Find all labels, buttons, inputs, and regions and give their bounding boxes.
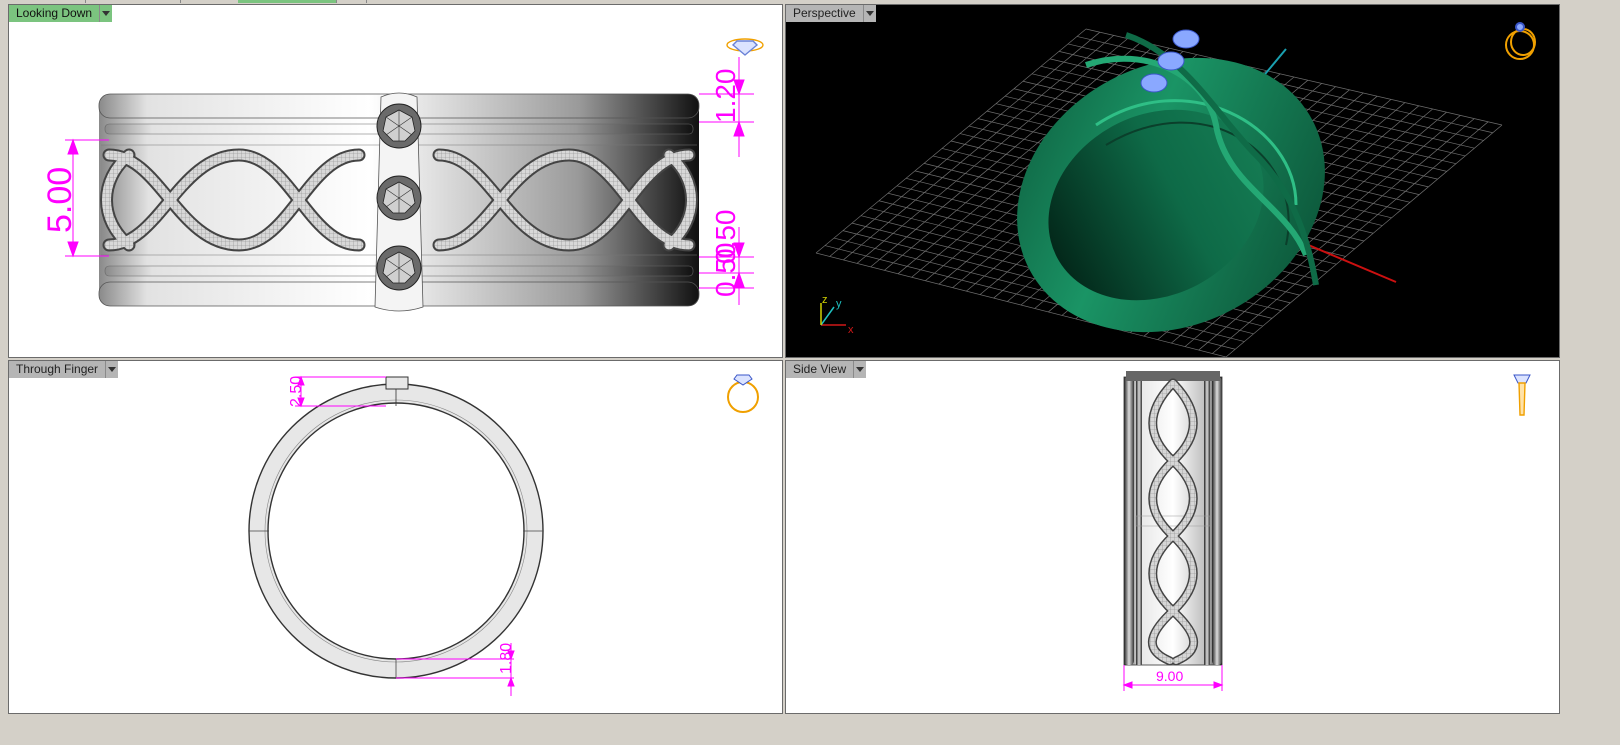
perspective-drawing: x y z	[815, 22, 1536, 357]
gem	[1140, 73, 1168, 93]
looking-down-drawing: 5.00 1.20 0.50 0.50	[41, 38, 764, 312]
dimension-top: 1.20	[710, 69, 741, 124]
viewport-label[interactable]: Through Finger	[9, 361, 107, 378]
tab[interactable]	[0, 0, 86, 3]
tab[interactable]	[85, 0, 181, 3]
dimension-width: 9.00	[1156, 668, 1183, 684]
dimension-width: 5.00	[41, 167, 79, 233]
stone	[376, 175, 422, 221]
dimension-bottom: 1.80	[498, 643, 515, 674]
viewport-side-view[interactable]: Side View 9.00	[785, 360, 1560, 714]
ring-front-icon[interactable]	[727, 374, 759, 413]
dimension-bottom-b: 0.50	[710, 243, 741, 298]
ring-side-view	[1123, 371, 1223, 666]
viewport-title-bar[interactable]: Side View	[786, 361, 867, 378]
ring-perspective-icon[interactable]	[1505, 22, 1536, 60]
tab-active[interactable]	[238, 0, 337, 3]
stone	[376, 103, 422, 149]
chevron-down-icon[interactable]	[106, 361, 119, 378]
ring-3d-model	[1017, 29, 1325, 333]
axis-x-label: x	[848, 324, 854, 336]
ring-side-icon[interactable]	[1513, 374, 1531, 416]
viewport-label[interactable]: Side View	[786, 361, 855, 378]
side-view-drawing: 9.00	[1122, 371, 1531, 691]
stone-settings	[374, 92, 424, 312]
axis-y-label: y	[836, 298, 842, 310]
axis-z-label: z	[822, 294, 828, 306]
viewport-label[interactable]: Perspective	[786, 5, 864, 22]
ring-top-icon[interactable]	[726, 38, 764, 56]
viewport-title-bar[interactable]: Perspective	[786, 5, 876, 22]
tab[interactable]	[180, 0, 239, 3]
chevron-down-icon[interactable]	[863, 5, 876, 22]
viewport-through-finger[interactable]: Through Finger 2.50 1.80	[8, 360, 783, 714]
viewport-title-bar[interactable]: Through Finger	[9, 361, 119, 378]
ring-front-view	[248, 376, 544, 679]
gem	[1172, 29, 1200, 49]
viewport-perspective[interactable]: Perspective x y z	[785, 4, 1560, 358]
tab[interactable]	[336, 0, 367, 3]
gem	[1157, 51, 1185, 71]
dimension-top: 2.50	[288, 376, 305, 407]
chevron-down-icon[interactable]	[100, 5, 113, 22]
chevron-down-icon[interactable]	[854, 361, 867, 378]
axis-indicator: x y z	[820, 294, 854, 336]
stone	[376, 245, 422, 291]
viewport-title-bar[interactable]: Looking Down	[9, 5, 113, 22]
through-finger-drawing: 2.50 1.80	[248, 374, 759, 696]
viewport-looking-down[interactable]: Looking Down 5.00 1.20 0.50 0.50	[8, 4, 783, 358]
viewport-label[interactable]: Looking Down	[9, 5, 101, 22]
